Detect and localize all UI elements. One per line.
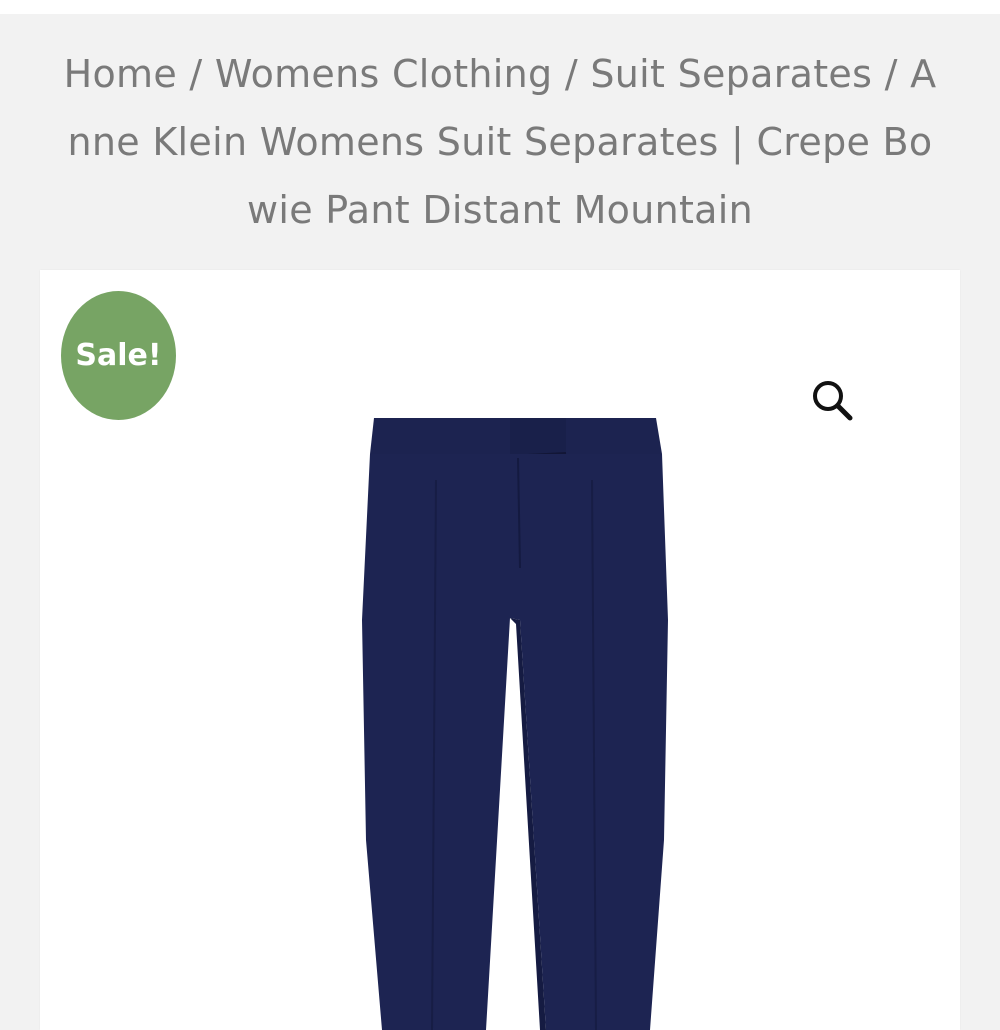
product-gallery: Sale! [40, 270, 960, 1030]
sale-badge: Sale! [61, 291, 176, 420]
zoom-button[interactable] [800, 368, 864, 432]
navy-pants-image [362, 418, 668, 1030]
search-icon [813, 381, 853, 421]
breadcrumb-separator: / [177, 52, 215, 96]
sale-badge-label: Sale! [75, 338, 162, 373]
breadcrumb-home[interactable]: Home [64, 52, 177, 96]
breadcrumb-separator: / [552, 52, 591, 96]
top-strip [0, 0, 1000, 14]
breadcrumb-womens-clothing[interactable]: Womens Clothing [215, 52, 553, 96]
product-image[interactable] [360, 410, 670, 1030]
breadcrumb-suit-separates[interactable]: Suit Separates [590, 52, 872, 96]
breadcrumb-separator: / [872, 52, 911, 96]
breadcrumb: Home / Womens Clothing / Suit Separates … [60, 40, 940, 244]
